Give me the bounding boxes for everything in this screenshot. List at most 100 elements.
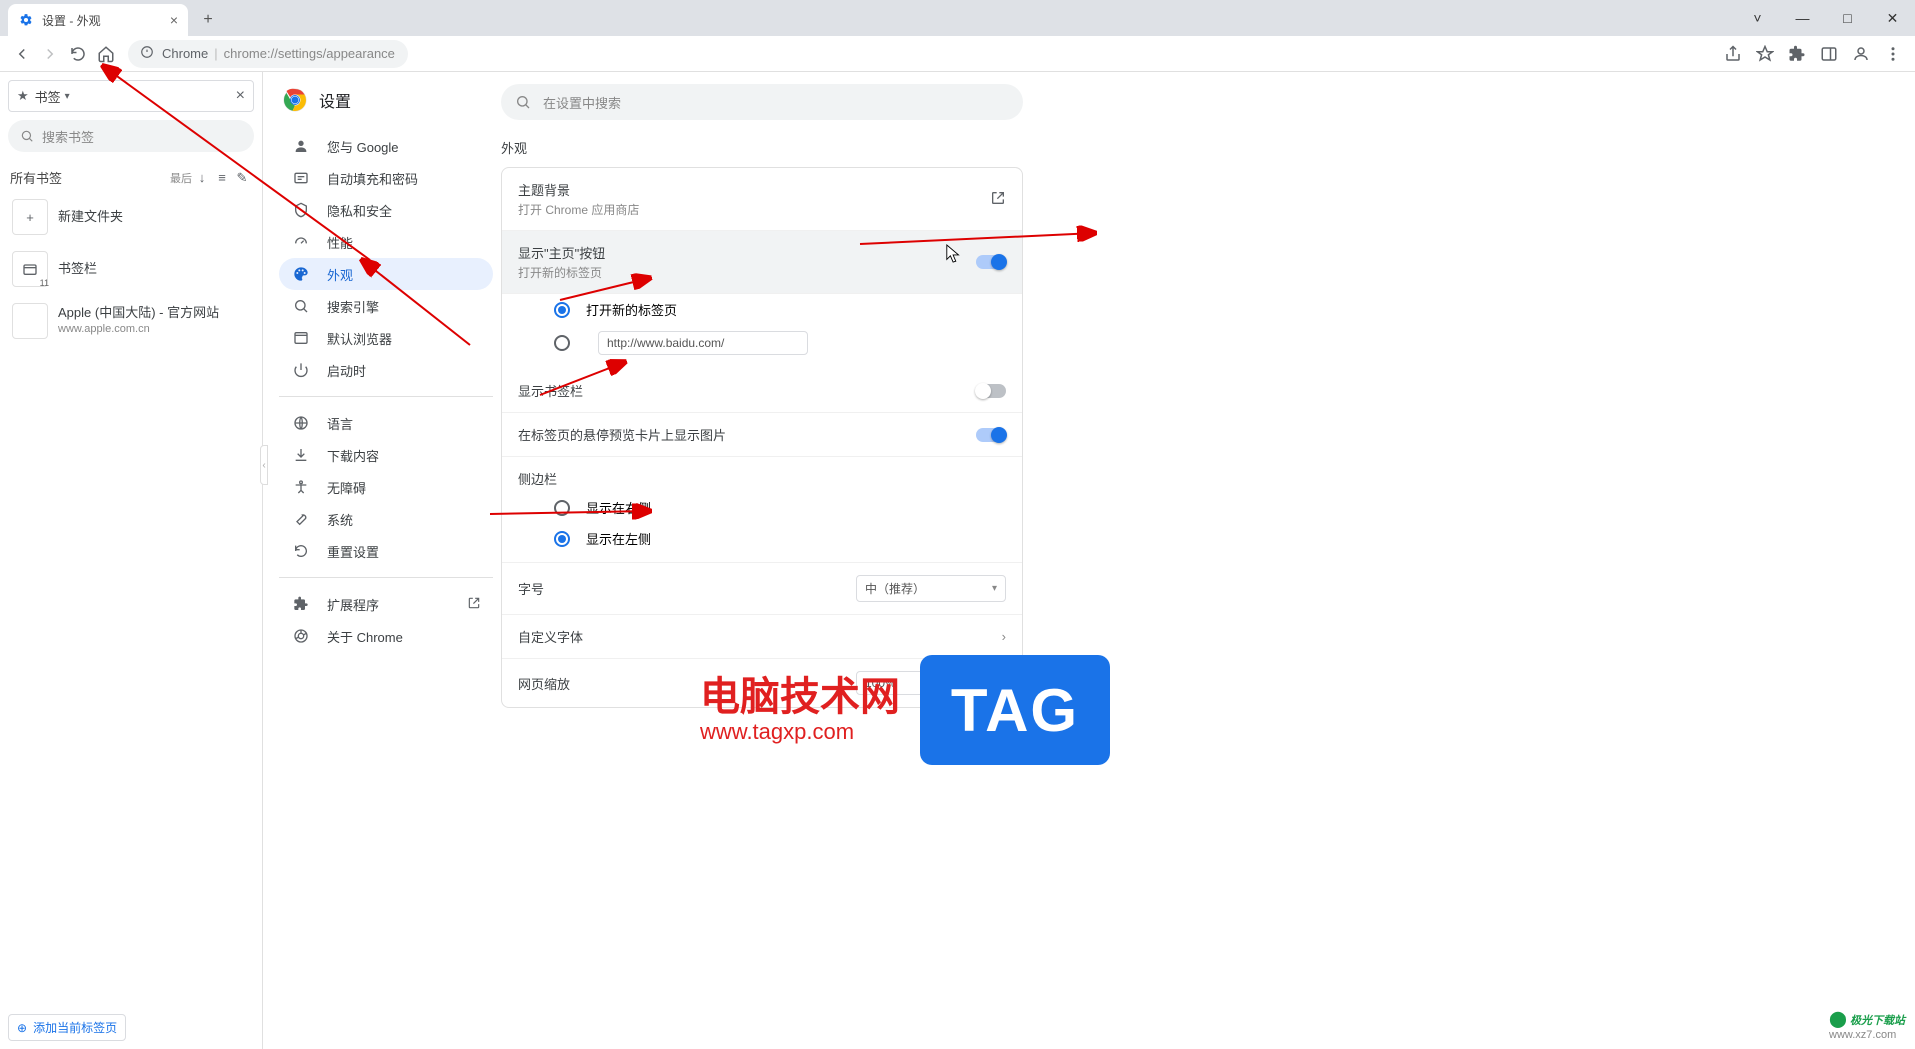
forward-button[interactable] [36,40,64,68]
home-button[interactable] [92,40,120,68]
hover-cards-row[interactable]: 在标签页的悬停预览卡片上显示图片 [502,413,1022,457]
side-panel-label: 侧边栏 [502,457,1022,492]
menu-icon[interactable] [1879,40,1907,68]
new-folder-item[interactable]: + 新建文件夹 [8,191,254,243]
nav-privacy[interactable]: 隐私和安全 [279,194,493,226]
address-bar[interactable]: Chrome | chrome://settings/appearance [128,40,408,68]
settings-title: 设置 [319,88,351,112]
close-window-button[interactable]: ✕ [1870,0,1915,36]
chevron-down-icon: ▾ [992,583,997,594]
nav-you-google[interactable]: 您与 Google [279,130,493,162]
share-icon[interactable] [1719,40,1747,68]
search-bookmarks-input[interactable]: 搜索书签 [8,120,254,152]
bookmarks-bar-row[interactable]: 显示书签栏 [502,369,1022,413]
theme-row[interactable]: 主题背景 打开 Chrome 应用商店 [502,168,1022,231]
minimize-button[interactable]: — [1780,0,1825,36]
tab-strip: 设置 - 外观 × + ˅ — □ ✕ [0,0,1915,36]
nav-language[interactable]: 语言 [279,407,493,439]
panel-header: ★ 书签 ▾ × [8,80,254,112]
home-url-input[interactable] [598,331,808,355]
search-icon [20,129,34,143]
edit-icon[interactable]: ✎ [232,170,252,186]
star-icon: ★ [17,88,29,104]
caret-down-icon[interactable]: ˅ [1735,0,1780,36]
nav-default-browser[interactable]: 默认浏览器 [279,322,493,354]
window-controls: ˅ — □ ✕ [1735,0,1915,36]
home-button-row[interactable]: 显示"主页"按钮 打开新的标签页 [502,231,1022,294]
chevron-right-icon: › [1002,629,1006,644]
nav-performance[interactable]: 性能 [279,226,493,258]
side-panel-right-radio[interactable]: 显示在右侧 [502,492,1022,523]
panel-resize-handle[interactable]: ‹ [260,445,268,485]
maximize-button[interactable]: □ [1825,0,1870,36]
search-icon [515,94,531,110]
settings-page: 设置 您与 Google 自动填充和密码 隐私和安全 性能 外观 搜索引擎 默认… [263,72,1915,1049]
download-icon [291,447,311,463]
font-size-row[interactable]: 字号 中（推荐）▾ [502,563,1022,615]
custom-fonts-row[interactable]: 自定义字体 › [502,615,1022,659]
plus-icon: + [12,199,48,235]
wrench-icon [291,511,311,527]
nav-extensions[interactable]: 扩展程序 [279,588,493,620]
close-icon[interactable]: × [170,12,178,28]
bookmarks-bar-toggle[interactable] [976,384,1006,398]
folder-icon: 11 [12,251,48,287]
view-icon[interactable]: ≡ [212,170,232,185]
bookmark-star-icon[interactable] [1751,40,1779,68]
nav-appearance[interactable]: 外观 [279,258,493,290]
palette-icon [291,266,311,282]
all-bookmarks-row: 所有书签 最后 ↓ ≡ ✎ [8,164,254,191]
extensions-icon[interactable] [1783,40,1811,68]
hover-cards-toggle[interactable] [976,428,1006,442]
nav-downloads[interactable]: 下载内容 [279,439,493,471]
plus-circle-icon: ⊕ [17,1021,27,1035]
chevron-down-icon[interactable]: ▾ [65,91,70,102]
chrome-logo-icon [283,88,307,112]
nav-system[interactable]: 系统 [279,503,493,535]
add-current-tab-button[interactable]: ⊕ 添加当前标签页 [8,1014,126,1041]
site-info-icon[interactable] [140,45,154,62]
browser-icon [291,330,311,346]
person-icon [291,138,311,154]
new-tab-button[interactable]: + [194,6,222,34]
reset-icon [291,543,311,559]
bookmarks-bar-folder[interactable]: 11 书签栏 [8,243,254,295]
sort-icon[interactable]: ↓ [192,170,212,185]
nav-startup[interactable]: 启动时 [279,354,493,386]
search-icon [291,298,311,314]
tab-title: 设置 - 外观 [42,12,101,29]
accessibility-icon [291,479,311,495]
back-button[interactable] [8,40,36,68]
home-newtab-radio[interactable]: 打开新的标签页 [502,294,1022,325]
nav-search-engine[interactable]: 搜索引擎 [279,290,493,322]
home-button-toggle[interactable] [976,255,1006,269]
bookmark-item-apple[interactable]: Apple (中国大陆) - 官方网站 www.apple.com.cn [8,295,254,347]
watermark: 电脑技术网 www.tagxp.com TAG [700,655,1110,765]
sort-label[interactable]: 最后 [170,170,192,186]
external-link-icon [990,190,1006,209]
radio-on-icon [554,302,570,318]
browser-tab[interactable]: 设置 - 外观 × [8,4,188,36]
home-custom-url-radio[interactable] [502,325,1022,369]
reload-button[interactable] [64,40,92,68]
external-link-icon [467,596,481,613]
nav-about[interactable]: 关于 Chrome [279,620,493,652]
close-panel-icon[interactable]: × [236,87,245,105]
side-panel-icon[interactable] [1815,40,1843,68]
globe-icon [291,415,311,431]
nav-accessibility[interactable]: 无障碍 [279,471,493,503]
side-panel-left-radio[interactable]: 显示在左侧 [502,523,1022,563]
nav-autofill[interactable]: 自动填充和密码 [279,162,493,194]
url-text: chrome://settings/appearance [224,46,395,61]
shield-icon [291,202,311,218]
autofill-icon [291,170,311,186]
font-size-select[interactable]: 中（推荐）▾ [856,575,1006,602]
search-settings-input[interactable]: 在设置中搜索 [501,84,1023,120]
bookmarks-side-panel: ★ 书签 ▾ × 搜索书签 所有书签 最后 ↓ ≡ ✎ + 新建文件夹 11 书… [0,72,263,1049]
browser-toolbar: Chrome | chrome://settings/appearance [0,36,1915,72]
corner-watermark: ⬤ 极光下载站 www.xz7.com [1829,1009,1905,1041]
chrome-icon [291,628,311,644]
appearance-card: 主题背景 打开 Chrome 应用商店 显示"主页"按钮 打开新的标签页 打开新… [501,167,1023,708]
nav-reset[interactable]: 重置设置 [279,535,493,567]
profile-icon[interactable] [1847,40,1875,68]
